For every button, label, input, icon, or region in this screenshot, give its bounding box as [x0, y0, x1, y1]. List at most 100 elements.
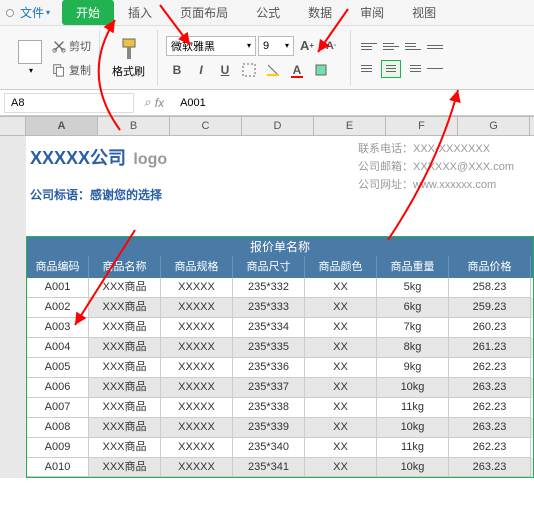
column-header-A[interactable]: A — [26, 117, 98, 135]
search-icon[interactable]: ⌕ — [144, 95, 151, 110]
table-cell[interactable]: A002 — [27, 298, 89, 318]
font-color-button[interactable]: A — [286, 60, 308, 80]
format-painter-button[interactable]: 格式刷 — [108, 34, 149, 82]
increase-font-button[interactable]: A+ — [296, 36, 318, 56]
table-cell[interactable]: XXXXX — [161, 438, 233, 458]
table-row[interactable]: A009XXX商品XXXXX235*340XX11kg262.23 — [26, 438, 534, 458]
table-cell[interactable]: 258.23 — [449, 278, 531, 298]
table-cell[interactable]: 235*341 — [233, 458, 305, 477]
tab-5[interactable]: 审阅 — [346, 0, 398, 25]
paste-button[interactable]: ▾ — [14, 34, 46, 82]
align-middle-button[interactable] — [381, 38, 401, 56]
table-cell[interactable]: A007 — [27, 398, 89, 418]
table-cell[interactable]: XX — [305, 438, 377, 458]
table-cell[interactable]: 235*334 — [233, 318, 305, 338]
fx-label[interactable]: fx — [155, 96, 164, 110]
table-cell[interactable]: XX — [305, 398, 377, 418]
table-cell[interactable]: 5kg — [377, 278, 449, 298]
align-right-button[interactable] — [403, 60, 423, 78]
table-cell[interactable]: XXXXX — [161, 458, 233, 477]
table-cell[interactable]: XX — [305, 338, 377, 358]
table-cell[interactable]: XXX商品 — [89, 458, 161, 477]
table-cell[interactable]: A003 — [27, 318, 89, 338]
align-top-button[interactable] — [359, 38, 379, 56]
copy-button[interactable]: 复制 — [52, 60, 91, 80]
table-cell[interactable]: 235*338 — [233, 398, 305, 418]
table-row[interactable]: A004XXX商品XXXXX235*335XX8kg261.23 — [26, 338, 534, 358]
table-cell[interactable]: 262.23 — [449, 358, 531, 378]
merge-button[interactable] — [425, 60, 445, 78]
table-cell[interactable]: A001 — [27, 278, 89, 298]
tab-1[interactable]: 插入 — [114, 0, 166, 25]
fill-color-button[interactable] — [262, 60, 284, 80]
table-cell[interactable]: 11kg — [377, 438, 449, 458]
cut-button[interactable]: 剪切 — [52, 36, 91, 56]
name-box[interactable]: A8 — [4, 93, 134, 113]
table-cell[interactable]: XXXXX — [161, 298, 233, 318]
table-cell[interactable]: XX — [305, 318, 377, 338]
file-menu[interactable]: 文件 ▾ — [20, 4, 50, 21]
table-cell[interactable]: XXXXX — [161, 338, 233, 358]
table-cell[interactable]: 6kg — [377, 298, 449, 318]
table-cell[interactable]: 235*339 — [233, 418, 305, 438]
table-cell[interactable]: 235*337 — [233, 378, 305, 398]
table-cell[interactable]: XX — [305, 278, 377, 298]
underline-button[interactable]: U — [214, 60, 236, 80]
tab-6[interactable]: 视图 — [398, 0, 450, 25]
table-row[interactable]: A001XXX商品XXXXX235*332XX5kg258.23 — [26, 278, 534, 298]
align-bottom-button[interactable] — [403, 38, 423, 56]
tab-3[interactable]: 公式 — [242, 0, 294, 25]
table-cell[interactable]: A008 — [27, 418, 89, 438]
table-cell[interactable]: XXXXX — [161, 318, 233, 338]
table-cell[interactable]: XX — [305, 298, 377, 318]
tab-4[interactable]: 数据 — [294, 0, 346, 25]
table-cell[interactable]: XX — [305, 458, 377, 477]
table-cell[interactable]: 7kg — [377, 318, 449, 338]
table-cell[interactable]: XXX商品 — [89, 278, 161, 298]
table-cell[interactable]: 11kg — [377, 398, 449, 418]
column-header-E[interactable]: E — [314, 117, 386, 135]
italic-button[interactable]: I — [190, 60, 212, 80]
table-cell[interactable]: 263.23 — [449, 458, 531, 477]
table-cell[interactable]: XXX商品 — [89, 338, 161, 358]
table-cell[interactable]: XXXXX — [161, 278, 233, 298]
table-cell[interactable]: 261.23 — [449, 338, 531, 358]
table-cell[interactable]: XXXXX — [161, 398, 233, 418]
highlight-button[interactable] — [310, 60, 332, 80]
table-cell[interactable]: A004 — [27, 338, 89, 358]
table-row[interactable]: A005XXX商品XXXXX235*336XX9kg262.23 — [26, 358, 534, 378]
border-button[interactable] — [238, 60, 260, 80]
table-cell[interactable]: 262.23 — [449, 398, 531, 418]
column-header-B[interactable]: B — [98, 117, 170, 135]
column-header-D[interactable]: D — [242, 117, 314, 135]
column-header-C[interactable]: C — [170, 117, 242, 135]
table-cell[interactable]: 8kg — [377, 338, 449, 358]
table-cell[interactable]: 235*340 — [233, 438, 305, 458]
table-cell[interactable]: XXXXX — [161, 378, 233, 398]
table-cell[interactable]: XXX商品 — [89, 418, 161, 438]
column-header-G[interactable]: G — [458, 117, 530, 135]
table-cell[interactable]: XX — [305, 418, 377, 438]
table-cell[interactable]: XXX商品 — [89, 298, 161, 318]
table-cell[interactable]: 235*332 — [233, 278, 305, 298]
table-cell[interactable]: A006 — [27, 378, 89, 398]
formula-input[interactable]: A001 — [174, 97, 534, 109]
decrease-font-button[interactable]: A- — [320, 36, 342, 56]
table-cell[interactable]: 260.23 — [449, 318, 531, 338]
table-row[interactable]: A003XXX商品XXXXX235*334XX7kg260.23 — [26, 318, 534, 338]
column-header-F[interactable]: F — [386, 117, 458, 135]
table-cell[interactable]: 10kg — [377, 378, 449, 398]
table-cell[interactable]: A009 — [27, 438, 89, 458]
table-cell[interactable]: 235*335 — [233, 338, 305, 358]
table-cell[interactable]: XX — [305, 378, 377, 398]
table-cell[interactable]: XXX商品 — [89, 358, 161, 378]
table-cell[interactable]: 263.23 — [449, 378, 531, 398]
table-row[interactable]: A006XXX商品XXXXX235*337XX10kg263.23 — [26, 378, 534, 398]
tab-2[interactable]: 页面布局 — [166, 0, 242, 25]
table-cell[interactable]: 262.23 — [449, 438, 531, 458]
table-cell[interactable]: 259.23 — [449, 298, 531, 318]
table-cell[interactable]: XXX商品 — [89, 318, 161, 338]
tab-0[interactable]: 开始 — [62, 0, 114, 25]
table-cell[interactable]: XXXXX — [161, 418, 233, 438]
table-cell[interactable]: 10kg — [377, 458, 449, 477]
